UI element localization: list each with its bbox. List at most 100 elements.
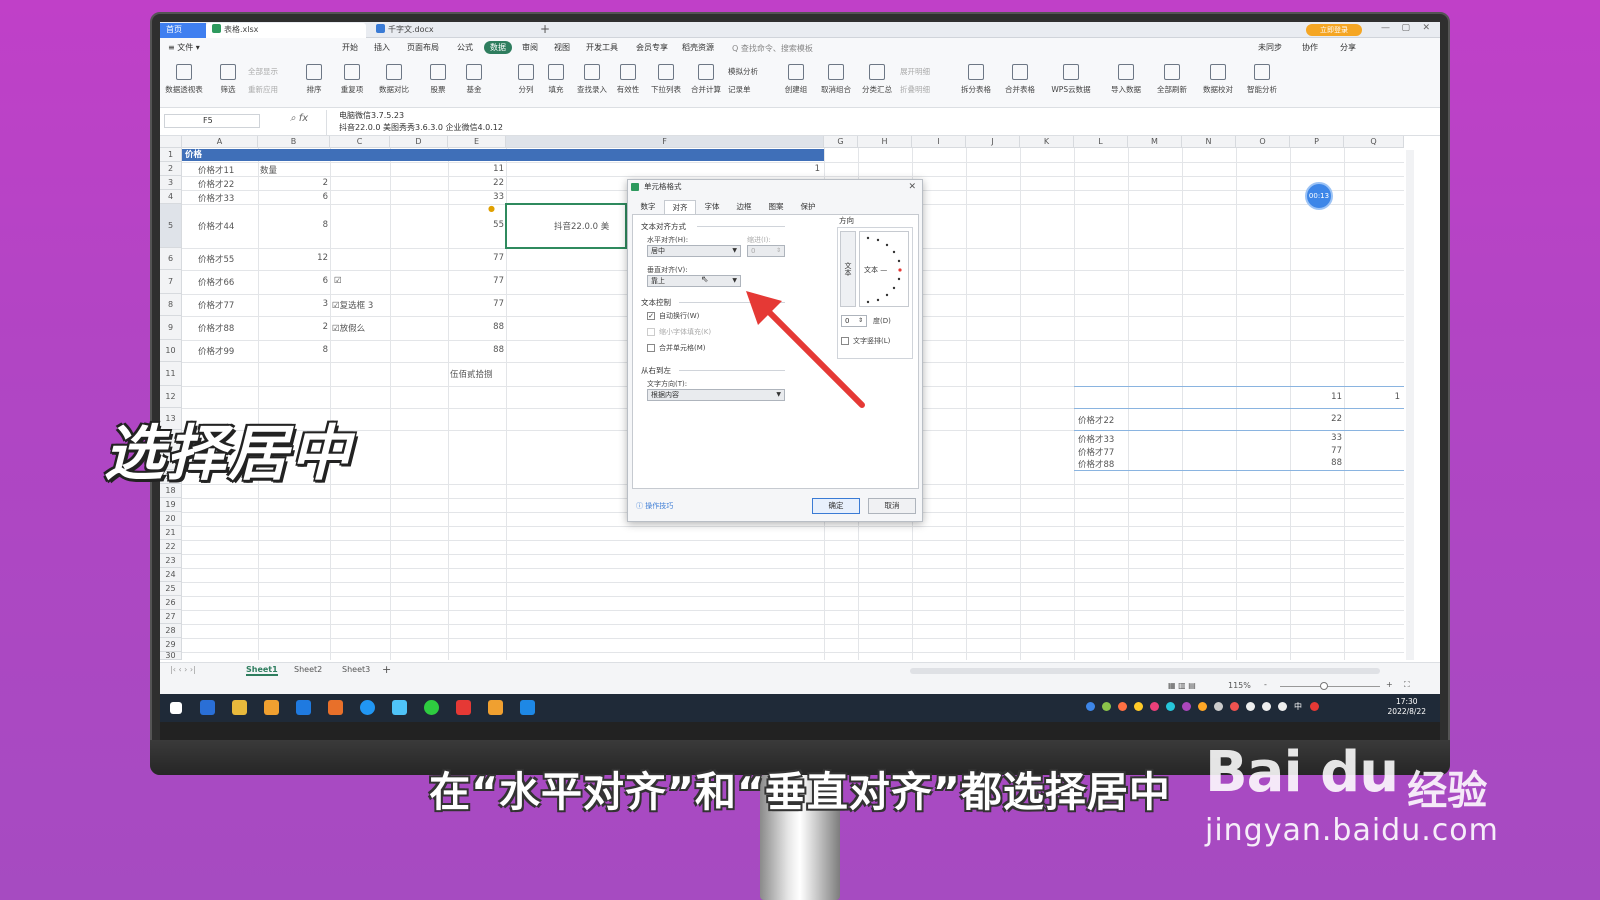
column-header-g[interactable]: G <box>824 136 858 148</box>
name-box[interactable]: F5 <box>164 114 260 128</box>
column-header-j[interactable]: J <box>966 136 1020 148</box>
tray-icon[interactable] <box>1150 702 1159 711</box>
column-header-b[interactable]: B <box>258 136 330 148</box>
record-form-button[interactable]: 记录单 <box>728 84 751 95</box>
row-header[interactable]: 26 <box>160 596 182 610</box>
row-header[interactable]: 22 <box>160 540 182 554</box>
checkbox-c8[interactable]: ☑复选框 3 <box>332 299 373 311</box>
sort-button[interactable]: 排序 <box>302 64 326 95</box>
wps-icon[interactable] <box>456 700 471 715</box>
browser-icon[interactable] <box>360 700 375 715</box>
horizontal-align-select[interactable]: 居中 ▼ <box>647 245 741 257</box>
data-compare-button[interactable]: 数据对比 <box>374 64 414 95</box>
wechat-icon[interactable] <box>424 700 439 715</box>
checkbox-c9[interactable]: ☑放假么 <box>332 322 365 334</box>
row-header[interactable]: 10 <box>160 340 182 362</box>
column-header-o[interactable]: O <box>1236 136 1290 148</box>
consolidate-button[interactable]: 合并计算 <box>688 64 724 95</box>
row-header[interactable]: 23 <box>160 554 182 568</box>
zoom-icon[interactable]: ⌕ fx <box>290 113 308 124</box>
sync-status[interactable]: 未同步 <box>1258 42 1282 53</box>
select-all-corner[interactable] <box>160 136 182 148</box>
wrap-text-checkbox[interactable]: ✓ <box>647 312 655 320</box>
row-header[interactable]: 8 <box>160 294 182 316</box>
column-header-c[interactable]: C <box>330 136 390 148</box>
close-icon[interactable]: ✕ <box>1422 23 1430 33</box>
tray-icon[interactable] <box>1086 702 1095 711</box>
app-phone-icon[interactable] <box>520 700 535 715</box>
lookup-entry-button[interactable]: 查找录入 <box>574 64 610 95</box>
column-header-k[interactable]: K <box>1020 136 1074 148</box>
row-header[interactable]: 21 <box>160 526 182 540</box>
menu-page-layout[interactable]: 页面布局 <box>407 42 439 53</box>
cell-b3[interactable]: 2 <box>260 178 328 188</box>
tray-icon[interactable] <box>1118 702 1127 711</box>
row-header[interactable]: 3 <box>160 176 182 190</box>
login-button[interactable]: 立即登录 <box>1306 24 1362 36</box>
checkbox-c7[interactable]: ☑ <box>334 276 342 286</box>
input-method-indicator[interactable]: 中 <box>1294 701 1302 712</box>
table-header-band[interactable]: 价格 <box>182 149 824 161</box>
column-header-f[interactable]: F <box>506 136 824 148</box>
column-header-i[interactable]: I <box>912 136 966 148</box>
row-header[interactable]: 28 <box>160 624 182 638</box>
tray-icon[interactable] <box>1102 702 1111 711</box>
row-header[interactable]: 4 <box>160 190 182 204</box>
cell-a7[interactable]: 价格才66 <box>198 276 234 288</box>
tab-alignment[interactable]: 对齐 <box>664 200 696 214</box>
menu-docer[interactable]: 稻壳资源 <box>682 42 714 53</box>
create-group-button[interactable]: 创建组 <box>782 64 810 95</box>
cell-b5[interactable]: 8 <box>260 220 328 230</box>
cell-e5[interactable]: 55 <box>450 220 504 230</box>
app-blue-icon[interactable] <box>392 700 407 715</box>
cell-p16[interactable]: 88 <box>1292 458 1342 468</box>
view-mode-icons[interactable]: ▦ ▥ ▤ <box>1168 681 1196 690</box>
plus-icon[interactable]: + <box>540 22 550 36</box>
cell-e11[interactable]: 伍佰贰拾捌 <box>450 368 493 380</box>
tab-protection[interactable]: 保护 <box>792 200 824 214</box>
tray-icon[interactable] <box>1310 702 1319 711</box>
cell-a6[interactable]: 价格才55 <box>198 253 234 265</box>
menu-view[interactable]: 视图 <box>554 42 570 53</box>
tab-font[interactable]: 字体 <box>696 200 728 214</box>
tab-number[interactable]: 数字 <box>632 200 664 214</box>
app-owl-icon[interactable] <box>264 700 279 715</box>
app-owl-2-icon[interactable] <box>488 700 503 715</box>
cell-p13[interactable]: 22 <box>1292 414 1342 424</box>
cell-e7[interactable]: 77 <box>450 276 504 286</box>
cell-a3[interactable]: 价格才22 <box>198 178 234 190</box>
expand-detail-button[interactable]: 展开明细 <box>900 66 930 77</box>
cell-e6[interactable]: 77 <box>450 253 504 263</box>
sheet-tab-1[interactable]: Sheet1 <box>246 665 278 676</box>
tab-border[interactable]: 边框 <box>728 200 760 214</box>
cell-a2[interactable]: 价格才11 <box>198 164 234 176</box>
fill-button[interactable]: 填充 <box>544 64 568 95</box>
tab-file-xlsx[interactable]: 表格.xlsx <box>206 23 366 38</box>
fund-button[interactable]: 基金 <box>464 64 484 95</box>
row-header[interactable]: 27 <box>160 610 182 624</box>
row-header[interactable]: 6 <box>160 248 182 270</box>
cell-e9[interactable]: 88 <box>450 322 504 332</box>
column-header-n[interactable]: N <box>1182 136 1236 148</box>
tab-home[interactable]: 首页 <box>160 23 206 38</box>
indent-stepper[interactable]: 0 ⇕ <box>747 245 785 257</box>
menu-data[interactable]: 数据 <box>484 41 512 54</box>
tray-icon[interactable] <box>1134 702 1143 711</box>
menu-review[interactable]: 审阅 <box>522 42 538 53</box>
smart-analysis-button[interactable]: 智能分析 <box>1244 64 1280 95</box>
tips-link[interactable]: ⓘ 操作技巧 <box>636 501 673 511</box>
cell-a5[interactable]: 价格才44 <box>198 220 234 232</box>
menu-member[interactable]: 会员专享 <box>636 42 668 53</box>
row-header[interactable]: 29 <box>160 638 182 652</box>
system-clock[interactable]: 17:30 2022/8/22 <box>1388 697 1426 717</box>
edge-icon[interactable] <box>296 700 311 715</box>
menu-formula[interactable]: 公式 <box>457 42 473 53</box>
warning-icon[interactable]: ● <box>488 204 495 213</box>
zoom-slider-handle[interactable] <box>1320 682 1328 690</box>
reapply-button[interactable]: 重新应用 <box>248 84 278 95</box>
cell-a4[interactable]: 价格才33 <box>198 192 234 204</box>
pivot-table-button[interactable]: 数据透视表 <box>164 64 204 95</box>
cell-a9[interactable]: 价格才88 <box>198 322 234 334</box>
horizontal-scrollbar[interactable] <box>910 668 1380 674</box>
tab-file-docx[interactable]: 千字文.docx <box>370 23 530 38</box>
